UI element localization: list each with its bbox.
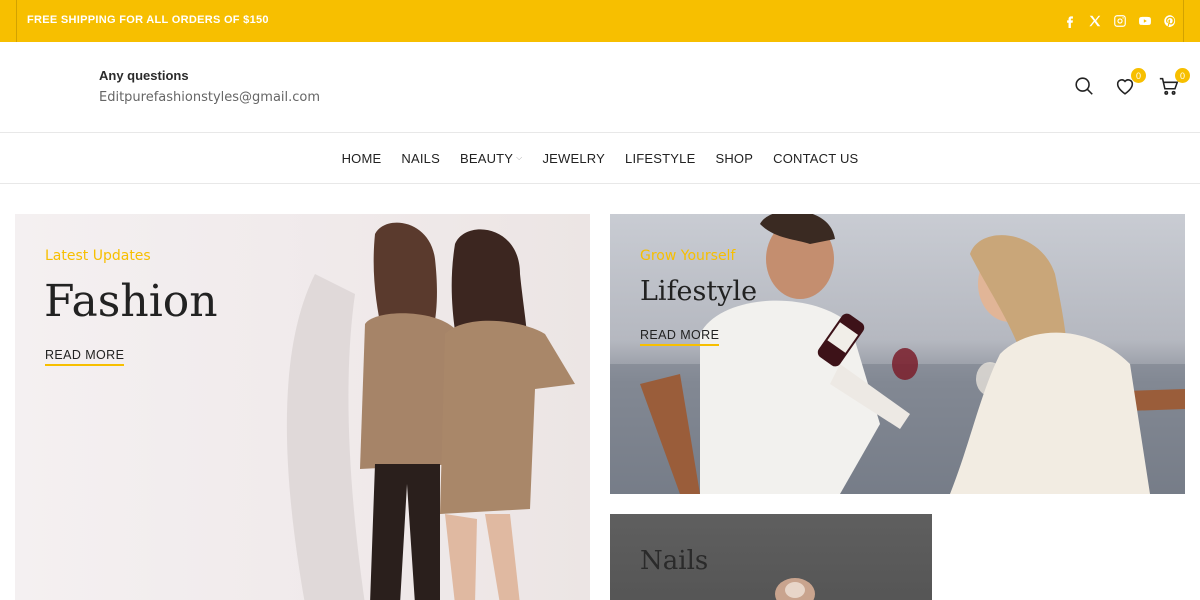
fashion-eyebrow: Latest Updates: [45, 248, 151, 264]
fashion-read-more-link[interactable]: READ MORE: [45, 348, 125, 366]
nav-item-label: BEAUTY: [459, 150, 514, 166]
nav-item-contact-us[interactable]: CONTACT US: [773, 151, 858, 166]
wishlist-count-badge: 0: [1131, 68, 1146, 83]
chevron-down-icon: ⌵: [516, 153, 523, 162]
lifestyle-read-more-link[interactable]: READ MORE: [640, 328, 720, 346]
social-links: [1057, 0, 1200, 42]
facebook-icon[interactable]: [1057, 11, 1082, 31]
nav-item-nails[interactable]: NAILS: [401, 151, 440, 166]
nav-item-label: JEWELRY: [542, 150, 606, 166]
nav-item-shop[interactable]: SHOP: [715, 151, 753, 166]
cart-icon[interactable]: 0: [1158, 68, 1190, 99]
pinterest-icon[interactable]: [1157, 11, 1182, 31]
nav-item-label: HOME: [341, 150, 382, 166]
search-icon[interactable]: [1073, 75, 1097, 99]
wishlist-icon[interactable]: 0: [1114, 68, 1146, 99]
fashion-models-image: [286, 222, 575, 600]
main-navigation: HOME NAILS BEAUTY ⌵ JEWELRY LIFESTYLE SHO…: [0, 133, 1200, 184]
instagram-icon[interactable]: [1107, 11, 1132, 31]
nav-item-label: CONTACT US: [773, 150, 859, 166]
fashion-promo-card[interactable]: Latest Updates Fashion READ MORE: [15, 214, 590, 600]
nav-item-jewelry[interactable]: JEWELRY: [542, 151, 605, 166]
nails-promo-card[interactable]: Nails: [610, 514, 932, 600]
divider: [1183, 0, 1184, 42]
nav-item-label: LIFESTYLE: [625, 150, 696, 166]
cart-count-badge: 0: [1175, 68, 1190, 83]
lifestyle-promo-card[interactable]: Grow Yourself Lifestyle READ MORE: [610, 214, 1185, 494]
x-icon[interactable]: [1082, 11, 1107, 31]
nav-item-beauty[interactable]: BEAUTY ⌵: [460, 151, 522, 166]
lifestyle-title: Lifestyle: [640, 276, 758, 307]
nav-item-lifestyle[interactable]: LIFESTYLE: [625, 151, 695, 166]
nav-item-label: NAILS: [401, 150, 440, 166]
top-announcement-bar: FREE SHIPPING FOR ALL ORDERS OF $150: [0, 0, 1200, 42]
contact-label: Any questions: [99, 68, 189, 83]
youtube-icon[interactable]: [1132, 11, 1157, 31]
nails-title: Nails: [640, 546, 709, 576]
fashion-title: Fashion: [44, 276, 218, 327]
divider: [16, 0, 17, 42]
contact-email[interactable]: Editpurefashionstyles@gmail.com: [99, 90, 320, 105]
shipping-notice: FREE SHIPPING FOR ALL ORDERS OF $150: [27, 14, 269, 26]
nav-item-label: SHOP: [715, 150, 754, 166]
site-header: Any questions Editpurefashionstyles@gmai…: [0, 42, 1200, 133]
nav-item-home[interactable]: HOME: [342, 151, 382, 166]
lifestyle-eyebrow: Grow Yourself: [640, 248, 736, 264]
